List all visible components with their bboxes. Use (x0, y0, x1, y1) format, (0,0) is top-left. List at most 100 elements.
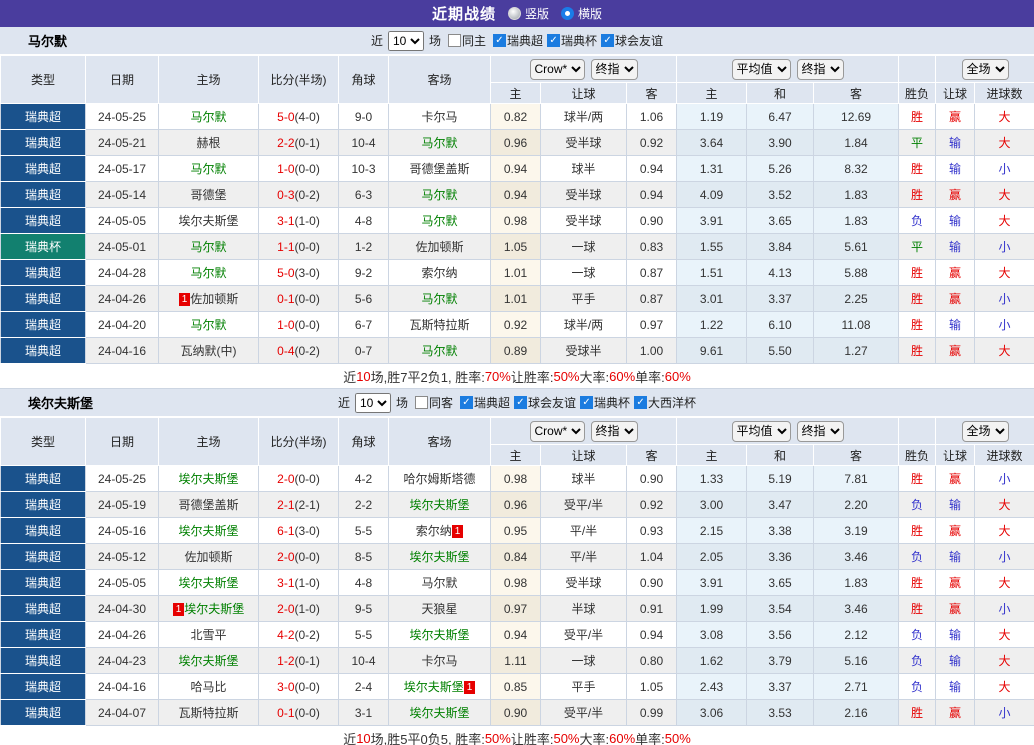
scope-select[interactable]: 全场 (961, 58, 1009, 80)
league-filter[interactable]: ✓ 球会友谊 (601, 32, 663, 49)
result-handicap: 输 (935, 621, 976, 648)
result-wdl: 负 (898, 673, 937, 700)
away-team: 卡尔马 (388, 647, 491, 674)
avg-home-odds: 9.61 (676, 337, 748, 364)
league-filter[interactable]: ✓ 瑞典杯 (547, 32, 597, 49)
avg-source-select[interactable]: 平均值 (731, 58, 791, 80)
result-goals: 大 (974, 621, 1034, 648)
avg-stage-select[interactable]: 终指 (796, 58, 844, 80)
away-team: 哥德堡盖斯 (388, 155, 491, 182)
halftime-score: (0-1) (294, 135, 320, 150)
team-title: 埃尔夫斯堡 (28, 396, 94, 411)
home-team: 埃尔夫斯堡 (158, 517, 259, 544)
away-odds: 0.83 (625, 233, 678, 260)
recent-count-select[interactable]: 10 (387, 30, 424, 51)
checkbox-checked-icon[interactable]: ✓ (514, 396, 527, 409)
fulltime-score: 2-2 (277, 135, 295, 150)
handicap-line: 球半 (540, 155, 627, 182)
team-name: 瓦纳默(中) (180, 344, 237, 358)
league-filter[interactable]: ✓ 瑞典超 (459, 394, 510, 411)
recent-count-select[interactable]: 10 (354, 392, 391, 413)
checkbox-checked-icon[interactable]: ✓ (580, 396, 594, 409)
avg-away-odds: 11.08 (813, 311, 900, 338)
avg-away-odds: 5.61 (813, 233, 900, 260)
corner-count: 5-5 (338, 517, 389, 544)
result-handicap: 输 (935, 311, 976, 338)
team-name: 马尔默 (190, 318, 227, 332)
checkbox-unchecked-icon[interactable] (447, 34, 461, 47)
result-handicap: 赢 (935, 517, 976, 544)
checkbox-checked-icon[interactable]: ✓ (547, 34, 561, 47)
match-date: 24-05-16 (85, 517, 159, 544)
checkbox-checked-icon[interactable]: ✓ (459, 396, 473, 409)
col-header-wdl: 胜负 (898, 444, 937, 466)
match-row: 瑞典超 24-04-30 1 埃尔夫斯堡 2-0(1-0) 9-5 天狼星 0.97 半球 0.9… (0, 595, 1034, 622)
avg-home-odds: 3.01 (676, 285, 748, 312)
radio-unselected-icon[interactable] (507, 7, 521, 20)
corner-count: 8-5 (338, 543, 389, 570)
away-odds: 0.80 (625, 647, 678, 674)
score-cell: 0-4(0-2) (258, 337, 339, 364)
league-filter[interactable]: ✓ 瑞典杯 (580, 394, 630, 411)
match-row: 瑞典超 24-04-20 马尔默 1-0(0-0) 6-7 瓦斯特拉斯 0.92 球半/两 0.… (0, 311, 1034, 338)
summary-segment: 场,胜7平2负1, 胜率: (370, 369, 485, 385)
odds-stage-select[interactable]: 终指 (590, 420, 638, 442)
radio-selected-icon[interactable] (561, 7, 574, 20)
away-odds: 0.87 (625, 259, 678, 286)
red-card-badge: 1 (178, 293, 191, 306)
match-row: 瑞典超 24-04-28 马尔默 5-0(3-0) 9-2 索尔纳 1.01 一球 0.87 1.… (0, 259, 1034, 286)
same-venue-filter[interactable]: 同客 (414, 394, 453, 411)
fulltime-score: 2-1 (277, 497, 295, 512)
checkbox-checked-icon[interactable]: ✓ (493, 34, 506, 47)
result-wdl: 平 (898, 129, 937, 156)
corner-count: 4-8 (338, 569, 389, 596)
halftime-score: (0-0) (294, 679, 320, 694)
league-filter[interactable]: ✓ 球会友谊 (514, 394, 576, 411)
league-filter[interactable]: ✓ 瑞典超 (493, 32, 543, 49)
odds-company-select[interactable]: Crow* (529, 420, 585, 442)
odds-stage-select[interactable]: 终指 (590, 58, 638, 80)
league-type-badge: 瑞典杯 (0, 233, 86, 260)
col-header-goals: 进球数 (974, 444, 1034, 466)
match-date: 24-05-14 (85, 181, 159, 208)
radio-horizontal-layout[interactable]: 横版 (561, 5, 602, 22)
away-odds: 0.87 (625, 285, 678, 312)
home-team: 马尔默 (158, 155, 259, 182)
col-header-date: 日期 (85, 417, 159, 466)
avg-away-odds: 2.12 (813, 621, 900, 648)
same-venue-filter[interactable]: 同主 (447, 32, 486, 49)
avg-away-odds: 1.27 (813, 337, 900, 364)
avg-stage-select[interactable]: 终指 (796, 420, 844, 442)
league-filter-group: ✓ 瑞典超 ✓ 瑞典杯 ✓ 球会友谊 (489, 32, 663, 49)
checkbox-unchecked-icon[interactable] (414, 396, 428, 409)
result-goals: 小 (974, 595, 1034, 622)
result-goals: 大 (974, 129, 1034, 156)
league-filter[interactable]: ✓ 大西洋杯 (634, 394, 696, 411)
scope-select[interactable]: 全场 (961, 420, 1009, 442)
summary-segment: 50% (553, 368, 580, 384)
result-header-spacer (898, 417, 937, 445)
radio-vertical-layout[interactable]: 竖版 (507, 5, 549, 22)
home-odds: 0.98 (490, 207, 541, 234)
checkbox-checked-icon[interactable]: ✓ (634, 396, 648, 409)
result-handicap: 输 (935, 543, 976, 570)
avg-draw-odds: 3.47 (746, 491, 815, 518)
halftime-score: (0-0) (294, 705, 320, 720)
avg-home-odds: 2.05 (676, 543, 748, 570)
league-type-badge: 瑞典超 (0, 259, 86, 286)
section-header-malmo: 马尔默 近 10 场 同主 ✓ 瑞典超 ✓ 瑞典杯 ✓ 球会友谊 (0, 27, 1034, 55)
home-odds: 0.98 (490, 465, 541, 492)
odds-company-select[interactable]: Crow* (529, 58, 585, 80)
summary-segment: 10 (356, 730, 371, 745)
avg-source-select[interactable]: 平均值 (731, 420, 791, 442)
home-team: 埃尔夫斯堡 (158, 647, 259, 674)
league-type-badge: 瑞典超 (0, 465, 86, 492)
home-team: 哥德堡盖斯 (158, 491, 259, 518)
result-goals: 大 (974, 569, 1034, 596)
radio-vertical-label: 竖版 (524, 7, 549, 21)
home-odds: 0.90 (490, 699, 541, 726)
avg-home-odds: 1.51 (676, 259, 748, 286)
checkbox-checked-icon[interactable]: ✓ (601, 34, 615, 47)
result-wdl: 胜 (898, 181, 937, 208)
avg-away-odds: 5.88 (813, 259, 900, 286)
